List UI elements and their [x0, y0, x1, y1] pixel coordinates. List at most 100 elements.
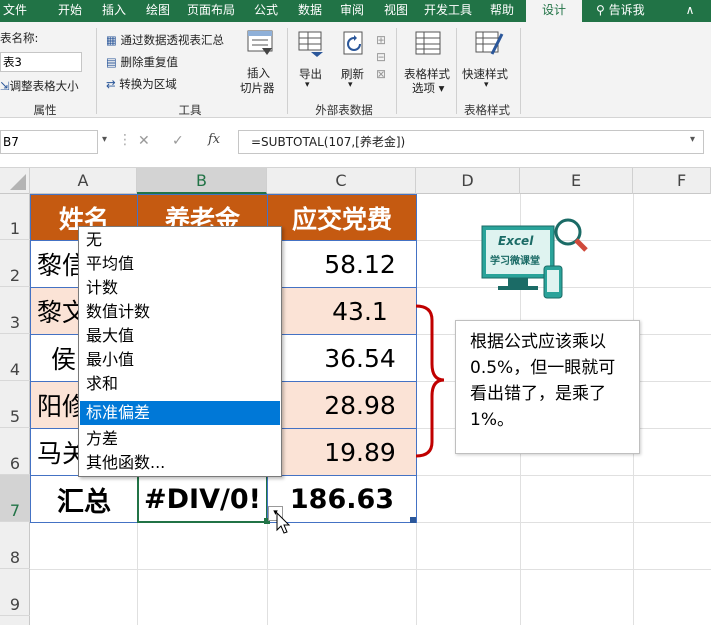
insert-slicer-icon[interactable] — [246, 28, 274, 56]
export-icon[interactable] — [297, 30, 325, 62]
resize-table-button[interactable]: ⇲调整表格大小 — [0, 78, 79, 94]
dues-cell[interactable]: 43.1 — [267, 287, 417, 335]
chevron-down-icon: ▾ — [305, 80, 310, 90]
cancel-icon[interactable]: ✕ — [138, 133, 150, 149]
tab-insert[interactable]: 插入 — [96, 0, 132, 22]
group-separator — [520, 28, 521, 114]
row-header[interactable]: 8 — [0, 522, 30, 569]
collapse-ribbon-icon[interactable]: ∧ — [680, 2, 700, 18]
tab-data[interactable]: 数据 — [292, 0, 328, 22]
refresh-icon[interactable] — [340, 30, 368, 62]
dues-cell[interactable]: 58.12 — [267, 240, 417, 288]
tab-design[interactable]: 设计 — [526, 0, 582, 22]
pivot-icon: ▦ — [106, 33, 117, 47]
column-header[interactable]: A — [30, 168, 137, 194]
ribbon-tab-bar: 文件 开始 插入 绘图 页面布局 公式 数据 审阅 视图 开发工具 帮助 设计 … — [0, 0, 711, 22]
tab-developer[interactable]: 开发工具 — [420, 0, 476, 22]
subtotal-function-dropdown: 无 平均值 计数 数值计数 最大值 最小值 求和 标准偏差 方差 其他函数... — [78, 226, 282, 477]
tab-help[interactable]: 帮助 — [484, 0, 520, 22]
dues-cell[interactable]: 28.98 — [267, 381, 417, 429]
dropdown-item-selected[interactable]: 标准偏差 — [80, 401, 280, 425]
column-header[interactable]: C — [267, 168, 416, 194]
brace-bracket — [415, 304, 445, 458]
convert-to-range-button[interactable]: ⇄ 转换为区域 — [106, 76, 177, 92]
remove-duplicates-label: 删除重复值 — [120, 55, 179, 69]
group-styles-label: 表格样式 — [464, 103, 510, 117]
name-box[interactable]: B7 — [0, 130, 98, 154]
row-headers: 1 2 3 4 5 6 7 8 9 — [0, 194, 30, 625]
row-header[interactable]: 7 — [0, 475, 30, 522]
total-label-cell[interactable]: 汇总 — [30, 475, 138, 523]
dropdown-item[interactable]: 其他函数... — [80, 451, 280, 475]
chevron-down-icon[interactable]: ▾ — [690, 134, 695, 145]
header-dues[interactable]: 应交党费 — [267, 194, 417, 241]
small-table-icons: ⊞ ⊟ ⊠ — [376, 33, 387, 81]
dropdown-item[interactable]: 求和 — [80, 372, 280, 396]
column-header[interactable]: E — [520, 168, 633, 194]
chevron-down-icon[interactable]: ▾ — [102, 134, 107, 145]
select-all-corner[interactable] — [0, 168, 30, 194]
dropdown-item[interactable]: 最小值 — [80, 348, 280, 372]
enter-icon[interactable]: ✓ — [172, 133, 184, 149]
insert-function-icon[interactable]: fx — [208, 132, 220, 147]
convert-icon: ⇄ — [106, 77, 116, 91]
tab-file[interactable]: 文件 — [0, 0, 30, 22]
insert-slicer-label-1: 插入 — [247, 66, 270, 80]
dropdown-item[interactable]: 计数 — [80, 276, 280, 300]
row-header[interactable]: 4 — [0, 334, 30, 381]
group-separator — [96, 28, 97, 114]
group-external-label: 外部表数据 — [315, 103, 373, 117]
column-header[interactable]: B — [137, 168, 267, 194]
remove-duplicates-icon: ▤ — [106, 55, 117, 69]
dropdown-item[interactable]: 最大值 — [80, 324, 280, 348]
table-style-options-icon[interactable] — [414, 30, 442, 62]
total-pension-cell[interactable]: #DIV/0! — [137, 475, 268, 523]
group-tools-label: 工具 — [178, 103, 202, 117]
ribbon-body: 表名称: 表3 ⇲调整表格大小 属性 ▦ 通过数据透视表汇总 ▤ 删除重复值 ⇄… — [0, 22, 711, 118]
dropdown-item[interactable]: 数值计数 — [80, 300, 280, 324]
logo-classroom-text: 学习微课堂 — [490, 256, 540, 267]
row-header[interactable]: 2 — [0, 240, 30, 287]
dues-cell[interactable]: 36.54 — [267, 334, 417, 382]
table-name-input[interactable]: 表3 — [0, 52, 82, 72]
column-header[interactable]: F — [633, 168, 711, 194]
tab-view[interactable]: 视图 — [378, 0, 414, 22]
convert-to-range-label: 转换为区域 — [119, 77, 177, 91]
tab-home[interactable]: 开始 — [52, 0, 88, 22]
excel-classroom-logo: Excel 学习微课堂 — [478, 212, 588, 304]
table-name-label: 表名称: — [0, 31, 39, 45]
summarize-pivot-label: 通过数据透视表汇总 — [120, 33, 225, 47]
column-header[interactable]: D — [416, 168, 520, 194]
resize-icon: ⇲ — [0, 79, 10, 93]
group-separator — [287, 28, 288, 114]
export-label: 导出 — [299, 67, 322, 81]
row-header[interactable]: 6 — [0, 428, 30, 475]
row-header[interactable]: 9 — [0, 569, 30, 616]
dropdown-item[interactable]: 平均值 — [80, 252, 280, 276]
row-header[interactable]: 5 — [0, 381, 30, 428]
row-header[interactable]: 1 — [0, 194, 30, 240]
tab-review[interactable]: 审阅 — [334, 0, 370, 22]
remove-duplicates-button[interactable]: ▤ 删除重复值 — [106, 54, 178, 70]
dropdown-item[interactable]: 方差 — [80, 427, 280, 451]
style-options-label-2: 选项 ▾ — [412, 81, 445, 95]
column-headers: A B C D E F — [0, 168, 711, 194]
search-icon: ⚲ — [596, 3, 605, 17]
tab-page-layout[interactable]: 页面布局 — [183, 0, 239, 22]
row-header[interactable]: 3 — [0, 287, 30, 334]
tab-draw[interactable]: 绘图 — [140, 0, 176, 22]
formula-input[interactable]: =SUBTOTAL(107,[养老金]) — [238, 130, 704, 154]
tell-me-search[interactable]: ⚲ 告诉我 — [596, 0, 645, 22]
dropdown-item[interactable]: 无 — [80, 228, 280, 252]
formula-bar: B7 ▾ ⋮ ✕ ✓ fx =SUBTOTAL(107,[养老金]) ▾ — [0, 118, 711, 168]
quick-styles-icon[interactable] — [474, 28, 504, 62]
annotation-callout: 根据公式应该乘以0.5%，但一眼就可看出错了，是乘了1%。 — [455, 320, 640, 454]
tab-formulas[interactable]: 公式 — [248, 0, 284, 22]
table-resize-handle[interactable] — [410, 517, 416, 523]
group-properties-label: 属性 — [33, 103, 57, 117]
summarize-pivot-button[interactable]: ▦ 通过数据透视表汇总 — [106, 32, 224, 48]
dues-cell[interactable]: 19.89 — [267, 428, 417, 476]
resize-table-label: 调整表格大小 — [9, 79, 79, 93]
gridline — [30, 569, 711, 570]
more-icon: ⋮ — [118, 132, 132, 148]
